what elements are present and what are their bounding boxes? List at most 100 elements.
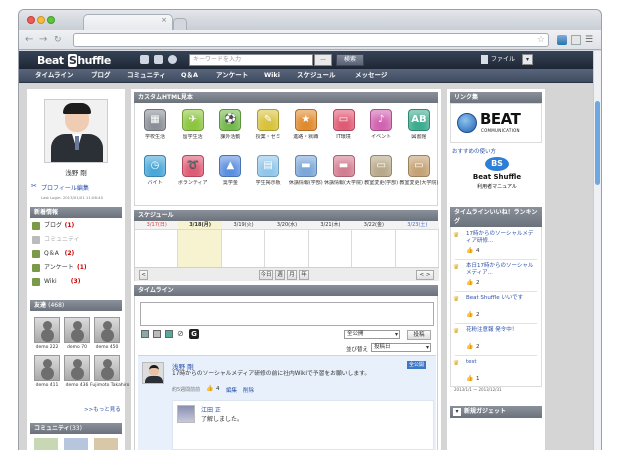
news-item-label[interactable]: アンケート — [44, 264, 74, 272]
users-icon[interactable] — [140, 55, 149, 64]
reply-author[interactable]: 江田 正 — [201, 405, 221, 414]
timeline-panel: ⊘ G 全公開 投稿 並び替え 投稿日 浅野 剛 全公開 17時からのソーシャル… — [134, 296, 438, 450]
friend-name[interactable]: demo 222 — [30, 345, 64, 350]
search-scope-select[interactable]: --- — [314, 54, 332, 66]
friend-avatar[interactable] — [94, 317, 120, 343]
friend-name[interactable]: demo 436 — [60, 383, 94, 388]
close-tab-icon[interactable]: × — [161, 16, 167, 24]
schedule-prev-button[interactable]: < — [139, 270, 148, 280]
tile-glyph: ▲ — [226, 160, 235, 171]
friend-name[interactable]: demo 450 — [90, 345, 124, 350]
back-icon[interactable]: ← — [25, 34, 33, 46]
edit-profile-link[interactable]: プロフィール編集 — [41, 183, 89, 192]
beat-communication-banner[interactable]: BEAT COMMUNICATION — [450, 103, 542, 143]
maximize-window-icon[interactable] — [47, 16, 55, 24]
forward-icon[interactable]: → — [39, 34, 47, 46]
message-icon[interactable] — [154, 55, 163, 64]
post-scope-select[interactable]: 全公開 — [344, 330, 400, 339]
reply-avatar[interactable] — [177, 405, 195, 423]
sort-select[interactable]: 投稿日 — [371, 343, 431, 352]
post-button[interactable]: 投稿 — [407, 330, 431, 340]
timeline-post: 浅野 剛 全公開 17時からのソーシャルメディア研修の前に社内Wikiで予習をお… — [138, 355, 436, 450]
friend-name[interactable]: demo 70 — [60, 345, 94, 350]
schedule-week-button[interactable]: 週 — [275, 270, 285, 280]
friend-name[interactable]: Fujimoto Takahiro — [90, 383, 129, 388]
schedule-today-button[interactable]: 今日 — [259, 270, 273, 280]
menu-timeline[interactable]: タイムライン — [35, 71, 74, 80]
menu-qa[interactable]: Q＆A — [181, 71, 198, 80]
attach-image-icon[interactable] — [141, 330, 149, 338]
recommended-usage-link[interactable]: おすすめの使い方 — [452, 147, 496, 155]
schedule-year-button[interactable]: 年 — [299, 270, 309, 280]
extension-icon[interactable] — [571, 35, 581, 45]
main-menu: タイムライン ブログ コミュニティ Q＆A アンケート Wiki スケジュール … — [19, 69, 595, 83]
news-item-icon — [32, 250, 40, 258]
news-item-label[interactable]: ブログ — [44, 222, 62, 230]
news-item-label[interactable]: Wiki — [44, 278, 57, 286]
community-thumb[interactable] — [94, 438, 118, 450]
post-avatar[interactable] — [142, 362, 164, 384]
news-title: 新着情報 — [30, 207, 122, 218]
menu-blog[interactable]: ブログ — [91, 71, 111, 80]
reload-icon[interactable]: ↻ — [54, 34, 62, 46]
ranking-item-link[interactable]: Beat Shuffle いいです — [466, 295, 538, 302]
ranking-item-link[interactable]: 花粉注意報 発令中！ — [466, 327, 538, 334]
search-input[interactable]: キーワードを入力 — [189, 54, 313, 66]
address-bar[interactable]: ☆ — [73, 33, 549, 47]
like-icon: 👍 — [466, 279, 474, 286]
friend-avatar[interactable] — [94, 355, 120, 381]
site-logo[interactable]: Beat Shuffle — [37, 54, 111, 67]
friend-name[interactable]: demo 411 — [30, 383, 64, 388]
browser-tab[interactable]: × — [83, 14, 173, 30]
attach-photo-icon[interactable] — [153, 330, 161, 338]
community-thumb[interactable] — [64, 438, 88, 450]
menu-wiki[interactable]: Wiki — [264, 71, 280, 80]
post-delete-link[interactable]: 削除 — [243, 386, 254, 394]
custom-html-tile[interactable]: AB 図書館 — [400, 109, 438, 141]
minimize-window-icon[interactable] — [37, 16, 45, 24]
timeline-post-input[interactable] — [140, 302, 434, 326]
schedule-month-button[interactable]: 月 — [287, 270, 297, 280]
news-item-icon — [32, 222, 40, 230]
community-thumb[interactable] — [34, 438, 58, 450]
menu-wrench-icon[interactable]: ☰ — [585, 35, 595, 45]
ranking-item-link[interactable]: 17時からのソーシャルメディア研修... — [466, 231, 538, 245]
ranking-item-link[interactable]: 本日17時からのソーシャルメディア... — [466, 263, 538, 277]
news-item-label[interactable]: コミュニティ — [44, 236, 80, 244]
avatar[interactable] — [44, 99, 108, 163]
file-label[interactable]: ファイル — [491, 55, 515, 64]
page-scrollbar[interactable] — [593, 51, 601, 450]
friend-avatar[interactable] — [34, 317, 60, 343]
schedule-next-button[interactable]: < > — [416, 270, 434, 280]
post-author[interactable]: 浅野 剛 — [172, 361, 194, 371]
custom-html-tile[interactable]: ▭ 教室変更(大学院) — [399, 155, 438, 187]
menu-message[interactable]: メッセージ — [355, 71, 387, 80]
new-tab-button[interactable] — [173, 18, 187, 30]
menu-community[interactable]: コミュニティ — [127, 71, 166, 80]
friend-avatar[interactable] — [64, 317, 90, 343]
news-item-label[interactable]: Q＆A — [44, 250, 59, 258]
attach-file-icon[interactable] — [165, 330, 173, 338]
menu-survey[interactable]: アンケート — [216, 71, 248, 80]
friend-avatar[interactable] — [34, 355, 60, 381]
bookmark-star-icon[interactable]: ☆ — [537, 35, 545, 45]
manual-banner[interactable]: BS Beat Shuffle 利用者マニュアル — [461, 157, 533, 195]
like-icon[interactable]: 👍 — [206, 385, 213, 392]
post-edit-link[interactable]: 編集 — [226, 386, 237, 394]
g-icon[interactable]: G — [189, 329, 199, 339]
file-icon[interactable] — [481, 55, 488, 64]
new-gadget-button[interactable]: ▾ 新規ガジェット — [450, 406, 542, 418]
attach-clip-icon[interactable]: ⊘ — [177, 329, 184, 338]
ranking-item-link[interactable]: test — [466, 359, 538, 366]
sort-label: 並び替え — [346, 347, 369, 353]
menu-schedule[interactable]: スケジュール — [297, 71, 336, 80]
dropdown-icon[interactable]: ▾ — [522, 54, 533, 65]
friend-avatar[interactable] — [64, 355, 90, 381]
globe-icon[interactable] — [168, 55, 177, 64]
more-friends-link[interactable]: >>もっと見る — [84, 405, 121, 413]
ranking-like-count: 1 — [476, 376, 480, 382]
search-button[interactable]: 検索 — [336, 54, 364, 66]
scrollbar-thumb[interactable] — [595, 101, 600, 185]
extension-icon[interactable] — [557, 35, 567, 45]
close-window-icon[interactable] — [27, 16, 35, 24]
